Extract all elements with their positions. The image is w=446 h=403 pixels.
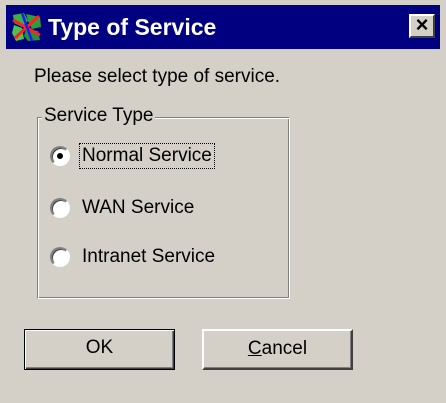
radio-button[interactable] [50, 247, 70, 267]
instruction-text: Please select type of service. [34, 66, 281, 87]
radio-wan-service[interactable]: WAN Service [50, 193, 196, 223]
title-bar[interactable]: Type of Service × [6, 5, 440, 49]
close-icon: × [415, 12, 429, 37]
close-button[interactable]: × [409, 14, 435, 38]
app-icon [12, 12, 41, 42]
type-of-service-dialog: Type of Service × Please select type of … [0, 0, 446, 403]
cancel-button[interactable]: Cancel [202, 329, 353, 370]
radio-label: Normal Service [79, 143, 215, 169]
radio-label: WAN Service [82, 197, 195, 218]
radio-intranet-service[interactable]: Intranet Service [50, 242, 217, 272]
radio-button[interactable] [50, 198, 70, 218]
window-title: Type of Service [48, 14, 217, 40]
radio-button[interactable] [50, 146, 70, 166]
group-label: Service Type [42, 105, 156, 127]
ok-label: OK [85, 337, 114, 358]
service-type-group: Service Type Normal Service WAN Service … [37, 105, 290, 299]
ok-button[interactable]: OK [24, 329, 175, 370]
cancel-label: Cancel [247, 338, 308, 359]
radio-normal-service[interactable]: Normal Service [50, 141, 215, 171]
radio-label: Intranet Service [82, 246, 216, 267]
selected-dot [57, 153, 63, 159]
